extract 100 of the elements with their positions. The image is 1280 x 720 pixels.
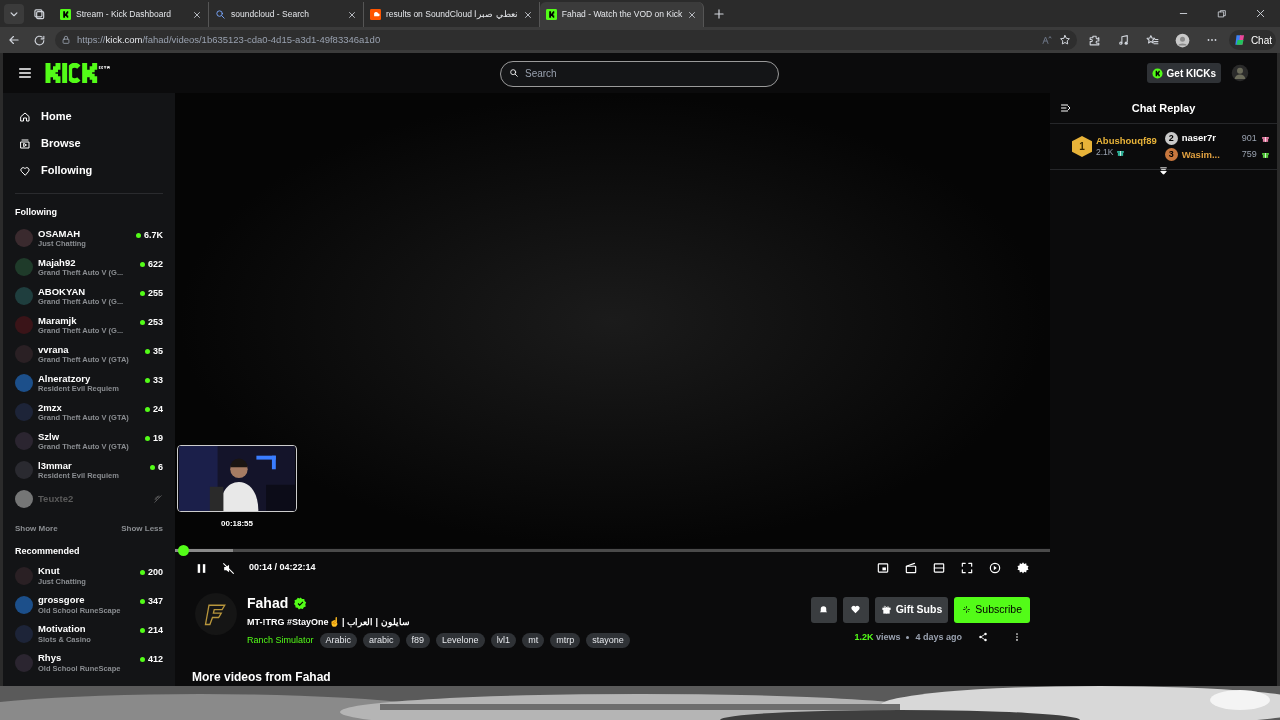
cloud-icon (370, 9, 381, 20)
star-icon[interactable] (1058, 34, 1071, 46)
playback-icon[interactable] (988, 561, 1002, 575)
avatar (15, 287, 33, 305)
search-icon (509, 68, 519, 78)
menu-icon[interactable] (17, 65, 33, 81)
viewer-count: 35 (153, 344, 163, 358)
channel-avatar[interactable] (195, 592, 237, 635)
tag-chip[interactable]: lvl1 (490, 633, 517, 648)
workspaces-icon[interactable] (32, 6, 46, 21)
extensions-icon[interactable] (1087, 33, 1101, 47)
refresh-icon[interactable] (33, 33, 46, 47)
channel-name: 2mzx (38, 402, 63, 412)
tag-chip[interactable]: Levelone (436, 633, 485, 648)
viewer-count: 214 (147, 624, 163, 637)
expand-icon[interactable] (1158, 166, 1169, 177)
profile-avatar-icon[interactable] (1174, 32, 1190, 48)
channel-name: l3mmar (38, 460, 73, 470)
channel-name: Rhys (38, 653, 63, 663)
gift-subs-button[interactable]: Gift Subs (874, 596, 949, 623)
follow-button[interactable] (842, 596, 869, 623)
nav-link[interactable]: Home (15, 103, 163, 130)
back-icon[interactable] (7, 33, 21, 47)
channel-name: Motivation (38, 624, 87, 634)
viewer-count: 412 (147, 653, 163, 666)
collapse-chat-icon[interactable] (1060, 102, 1072, 114)
search-field[interactable]: Search (500, 60, 779, 87)
browser-tab[interactable]: Fahad - Watch the VOD on Kick (539, 2, 705, 27)
gifter-name[interactable]: Wasim... (1181, 147, 1234, 162)
tab-list-icon[interactable] (4, 3, 24, 24)
tag-chip[interactable]: Arabic (319, 633, 358, 648)
gifter-name[interactable]: naser7r (1181, 131, 1234, 146)
read-aloud-icon[interactable] (1040, 34, 1053, 46)
heart-icon (850, 604, 862, 615)
close-icon[interactable] (1255, 8, 1266, 19)
gift-count: 759 (1241, 147, 1257, 161)
gift-count: 2.1K (1096, 147, 1114, 158)
category-link[interactable]: Ranch Simulator (247, 633, 314, 648)
music-icon[interactable] (1116, 33, 1130, 47)
favorites-icon[interactable] (1145, 33, 1159, 47)
muted-icon[interactable] (222, 561, 235, 575)
user-avatar-icon[interactable] (1231, 64, 1249, 82)
new-tab-icon[interactable] (712, 6, 727, 21)
close-icon[interactable] (192, 9, 202, 20)
channel-name[interactable]: Fahad (247, 592, 289, 614)
show-less-link[interactable]: Show Less (121, 522, 163, 535)
tag-chip[interactable]: mt (522, 633, 545, 648)
avatar (15, 432, 33, 450)
tab-title: Fahad - Watch the VOD on Kick (561, 8, 683, 21)
tag-chip[interactable]: stayone (586, 633, 630, 648)
url-text: https://kick.com/fahad/videos/1b635123-cda0-4d15-a3d1-49f83346a1d0 (77, 32, 382, 47)
notification-button[interactable] (810, 596, 837, 623)
kick-logo-icon (60, 9, 71, 20)
viewer-count: 19 (153, 431, 163, 445)
chat-title: Chat Replay (1130, 100, 1197, 116)
channel-name: vvrana (38, 344, 70, 354)
tag-chip[interactable]: f89 (405, 633, 431, 648)
tag-chip[interactable]: mtrp (550, 633, 581, 648)
channel-name: Szlw (38, 431, 61, 441)
kick-logo[interactable] (45, 63, 111, 83)
get-kicks-button[interactable]: Get KICKs (1146, 63, 1221, 83)
tab-title: results on SoundCloud نعطي صبرا (386, 8, 518, 21)
tab-title: Stream - Kick Dashboard (76, 8, 172, 21)
avatar (15, 258, 33, 276)
copilot-chat-button[interactable]: Chat (1228, 30, 1276, 50)
subscribe-button[interactable]: Subscribe (954, 596, 1030, 623)
fullscreen-icon[interactable] (960, 561, 974, 575)
channel-name: OSAMAH (38, 228, 82, 238)
channel-name: Alneratzory (38, 373, 92, 383)
viewer-count: 347 (147, 595, 163, 608)
close-icon[interactable] (687, 9, 698, 20)
channel-name: Teuxte2 (38, 494, 75, 504)
gifter-name[interactable]: Abushouqf89 (1096, 135, 1157, 148)
avatar (15, 490, 33, 508)
section-title: More videos from Fahad (191, 669, 332, 686)
restore-icon[interactable] (1217, 8, 1227, 19)
channel-name: Majah92 (38, 257, 77, 267)
view-count: 1.2K views (854, 630, 901, 644)
gift-icon (880, 604, 892, 615)
heart-icon (19, 164, 31, 177)
show-more-link[interactable]: Show More (15, 522, 58, 535)
nav-link[interactable]: Browse (15, 130, 163, 157)
address-bar[interactable]: https://kick.com/fahad/videos/1b635123-cda0-4d15-a3d1-49f83346a1d0 (55, 30, 1077, 50)
gift-icon (1260, 150, 1270, 160)
rank-badge: 3 (1164, 148, 1178, 162)
clip-icon[interactable] (904, 561, 918, 575)
theater-mode-icon[interactable] (932, 561, 946, 575)
avatar (15, 566, 33, 585)
avatar (15, 345, 33, 363)
time-display: 00:14 / 04:22:14 (249, 561, 316, 575)
share-icon[interactable] (978, 632, 988, 643)
tag-chip[interactable]: arabic (363, 633, 400, 648)
mini-player-icon[interactable] (876, 561, 890, 575)
close-icon[interactable] (522, 9, 533, 20)
close-icon[interactable] (347, 9, 357, 20)
pause-icon[interactable] (195, 561, 208, 575)
nav-link[interactable]: Following (15, 157, 163, 184)
settings-icon[interactable] (1016, 561, 1030, 575)
progress-thumb[interactable] (178, 544, 190, 556)
viewer-count: 253 (147, 315, 163, 329)
